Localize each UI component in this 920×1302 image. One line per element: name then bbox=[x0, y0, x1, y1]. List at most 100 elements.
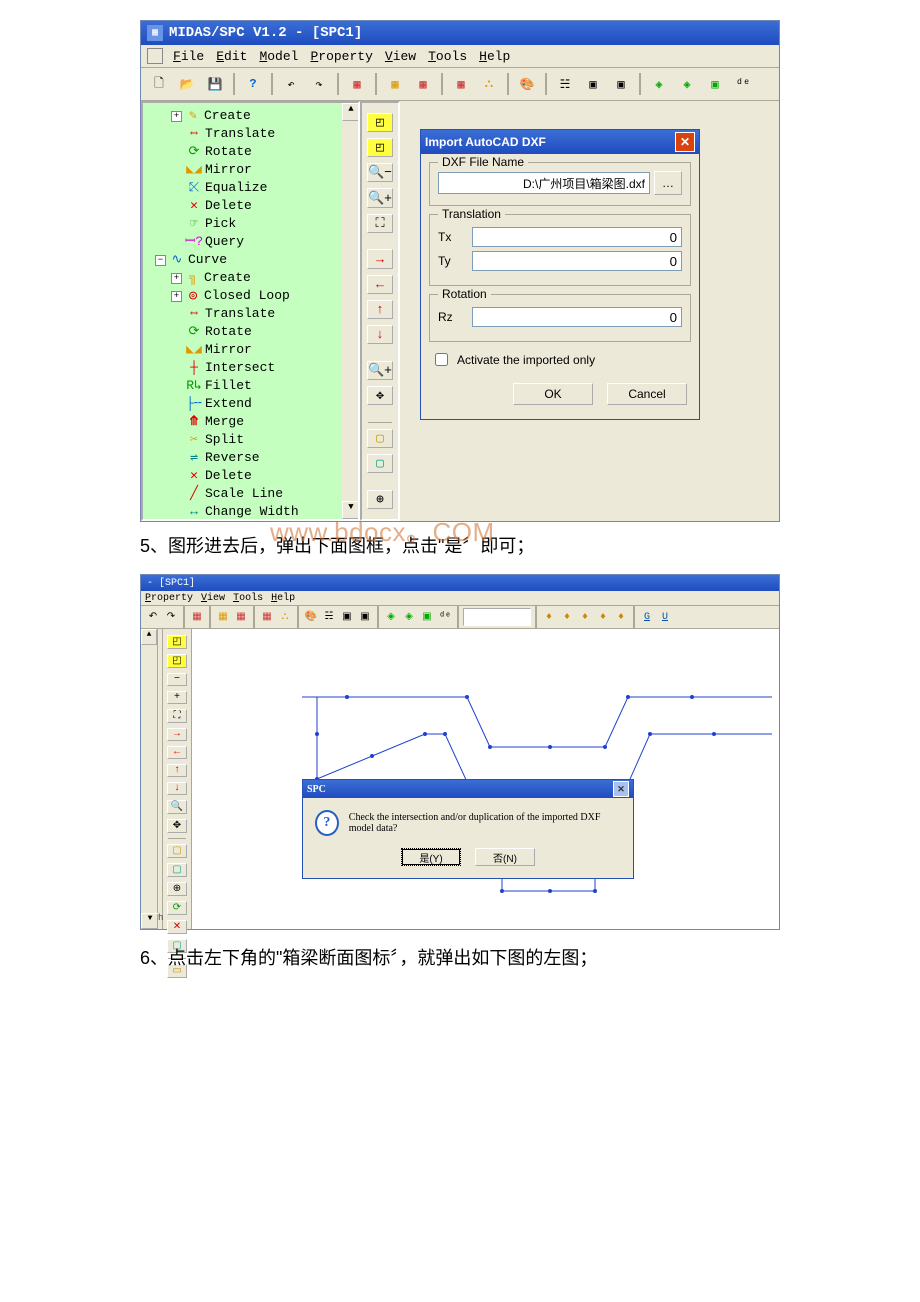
menu-file[interactable]: File bbox=[173, 49, 204, 64]
menu-help-2[interactable]: Help bbox=[271, 593, 295, 604]
grid-2b[interactable]: ▦ bbox=[233, 609, 249, 625]
vtool-c[interactable]: ⊕ bbox=[167, 882, 187, 896]
vtool-a[interactable]: ▢ bbox=[167, 844, 187, 858]
arrow-up-icon[interactable]: ↑ bbox=[367, 300, 393, 319]
menu-model[interactable]: Model bbox=[259, 49, 298, 64]
scr-2b[interactable]: ▣ bbox=[339, 609, 355, 625]
expander-icon[interactable]: + bbox=[171, 291, 182, 302]
close-icon[interactable]: ✕ bbox=[675, 132, 695, 152]
view-tool-1-icon[interactable]: ▢ bbox=[367, 429, 393, 448]
tree-node-scale-line[interactable]: ╱Scale Line bbox=[147, 485, 354, 503]
arrow-left-icon[interactable]: ← bbox=[367, 275, 393, 294]
sel-2a[interactable]: ♦ bbox=[541, 609, 557, 625]
arrow-right-icon[interactable]: → bbox=[367, 249, 393, 268]
tree-node-query[interactable]: ꟷ?Query bbox=[147, 233, 354, 251]
tree-node-delete[interactable]: ✕Delete bbox=[147, 197, 354, 215]
tree-node-rotate[interactable]: ⟳Rotate bbox=[147, 143, 354, 161]
tree-node-merge[interactable]: ⤊Merge bbox=[147, 413, 354, 431]
drawing-canvas[interactable]: SPC ✕ ? Check the intersection and/or du… bbox=[192, 629, 779, 929]
screen-btn-2[interactable]: ▣ bbox=[581, 72, 605, 96]
sel-2e[interactable]: ♦ bbox=[613, 609, 629, 625]
tree-node-fillet[interactable]: R↳Fillet bbox=[147, 377, 354, 395]
menubar-2[interactable]: Property View Tools Help bbox=[141, 591, 779, 606]
menu-tools-2[interactable]: Tools bbox=[233, 593, 263, 604]
menu-view-2[interactable]: View bbox=[201, 593, 225, 604]
undo-2[interactable]: ↶ bbox=[145, 609, 161, 625]
zoom-fit-icon[interactable]: ⛶ bbox=[367, 214, 393, 233]
menu-property[interactable]: Property bbox=[310, 49, 372, 64]
sel-2d[interactable]: ♦ bbox=[595, 609, 611, 625]
tool-2e[interactable]: ◈ bbox=[401, 609, 417, 625]
tree-node-create[interactable]: +✎Create bbox=[147, 107, 354, 125]
tool-2g[interactable]: ᵈᵉ bbox=[437, 609, 453, 625]
tool-g[interactable]: ᵈᵉ bbox=[731, 72, 755, 96]
zoom-out-icon[interactable]: 🔍− bbox=[367, 163, 393, 182]
redo-button[interactable]: ↷ bbox=[307, 72, 331, 96]
tool-2a[interactable]: ▦ bbox=[259, 609, 275, 625]
tree-node-curve-create[interactable]: +╗Create bbox=[147, 269, 354, 287]
scroll-down-icon[interactable]: ▼ bbox=[141, 913, 159, 929]
pan-icon[interactable]: ✥ bbox=[367, 386, 393, 405]
zoom-window2-icon[interactable]: ◰ bbox=[367, 138, 393, 157]
tool-c[interactable]: 🎨 bbox=[515, 72, 539, 96]
redo-2[interactable]: ↷ bbox=[163, 609, 179, 625]
expander-icon[interactable]: − bbox=[155, 255, 166, 266]
tree-node-curve-mirror[interactable]: ◣◢Mirror bbox=[147, 341, 354, 359]
zoom-dynamic-icon[interactable]: 🔍+ bbox=[367, 361, 393, 380]
tree-node-intersect[interactable]: ┼Intersect bbox=[147, 359, 354, 377]
tree-node-curve-rotate[interactable]: ⟳Rotate bbox=[147, 323, 354, 341]
scroll-up-icon[interactable]: ▲ bbox=[342, 103, 360, 121]
tree-node-equalize[interactable]: ⤪Equalize bbox=[147, 179, 354, 197]
tree-node-extend[interactable]: ├╌Extend bbox=[147, 395, 354, 413]
no-button[interactable]: 否(N) bbox=[475, 848, 535, 866]
scroll-up-icon[interactable]: ▲ bbox=[141, 629, 157, 645]
yes-button[interactable]: 是(Y) bbox=[401, 848, 461, 866]
zoom-in-icon[interactable]: + bbox=[167, 691, 187, 704]
arrow-up-icon[interactable]: ↑ bbox=[167, 764, 187, 777]
zoom-window-icon[interactable]: ◰ bbox=[367, 113, 393, 132]
expander-icon[interactable]: + bbox=[171, 273, 182, 284]
sel-2c[interactable]: ♦ bbox=[577, 609, 593, 625]
tool-f[interactable]: ▣ bbox=[703, 72, 727, 96]
save-button[interactable]: 💾 bbox=[203, 72, 227, 96]
activate-row[interactable]: Activate the imported only bbox=[431, 350, 689, 369]
sel-2b[interactable]: ♦ bbox=[559, 609, 575, 625]
tool-b[interactable]: ⛬ bbox=[477, 72, 501, 96]
tx-input[interactable] bbox=[472, 227, 682, 247]
tree-node-split[interactable]: ✂Split bbox=[147, 431, 354, 449]
zoom-window-icon[interactable]: ◰ bbox=[167, 635, 187, 649]
expander-icon[interactable]: + bbox=[171, 111, 182, 122]
tree-node-reverse[interactable]: ⇌Reverse bbox=[147, 449, 354, 467]
vtool-delete[interactable]: ✕ bbox=[167, 920, 187, 934]
tree-group-curve[interactable]: −∿Curve bbox=[147, 251, 354, 269]
tool-2f[interactable]: ▣ bbox=[419, 609, 435, 625]
new-button[interactable]: 🗋 bbox=[147, 72, 171, 96]
tree-node-pick[interactable]: ☞Pick bbox=[147, 215, 354, 233]
scroll-down-icon[interactable]: ▼ bbox=[342, 501, 360, 519]
tree-node-curve-delete[interactable]: ✕Delete bbox=[147, 467, 354, 485]
close-icon[interactable]: ✕ bbox=[613, 781, 629, 797]
tree-node-change-width[interactable]: ↔Change Width bbox=[147, 503, 354, 521]
grid-button[interactable]: ▦ bbox=[383, 72, 407, 96]
vtool-rotate[interactable]: ⟳ bbox=[167, 901, 187, 915]
rz-input[interactable] bbox=[472, 307, 682, 327]
tree-node-translate[interactable]: ⇔Translate bbox=[147, 125, 354, 143]
undo-button[interactable]: ↶ bbox=[279, 72, 303, 96]
menu-help[interactable]: Help bbox=[479, 49, 510, 64]
zoom-window2-icon[interactable]: ◰ bbox=[167, 654, 187, 668]
ty-input[interactable] bbox=[472, 251, 682, 271]
arrow-right-icon[interactable]: → bbox=[167, 728, 187, 741]
vtool-b[interactable]: ▢ bbox=[167, 863, 187, 877]
window-menu-icon[interactable] bbox=[147, 48, 163, 64]
tool-2c[interactable]: 🎨 bbox=[303, 609, 319, 625]
screen-btn-3[interactable]: ▣ bbox=[609, 72, 633, 96]
view-tool-3-icon[interactable]: ⊕ bbox=[367, 490, 393, 509]
arrow-down-icon[interactable]: ↓ bbox=[367, 325, 393, 344]
tree-scrollbar[interactable]: ▲ ▼ bbox=[342, 103, 358, 519]
view-tool-2-icon[interactable]: ▢ bbox=[367, 454, 393, 473]
help-button[interactable]: ? bbox=[241, 72, 265, 96]
grid-2a[interactable]: ▦ bbox=[215, 609, 231, 625]
ok-button[interactable]: OK bbox=[513, 383, 593, 405]
scr-2c[interactable]: ▣ bbox=[357, 609, 373, 625]
menubar[interactable]: File Edit Model Property View Tools Help bbox=[141, 45, 779, 68]
